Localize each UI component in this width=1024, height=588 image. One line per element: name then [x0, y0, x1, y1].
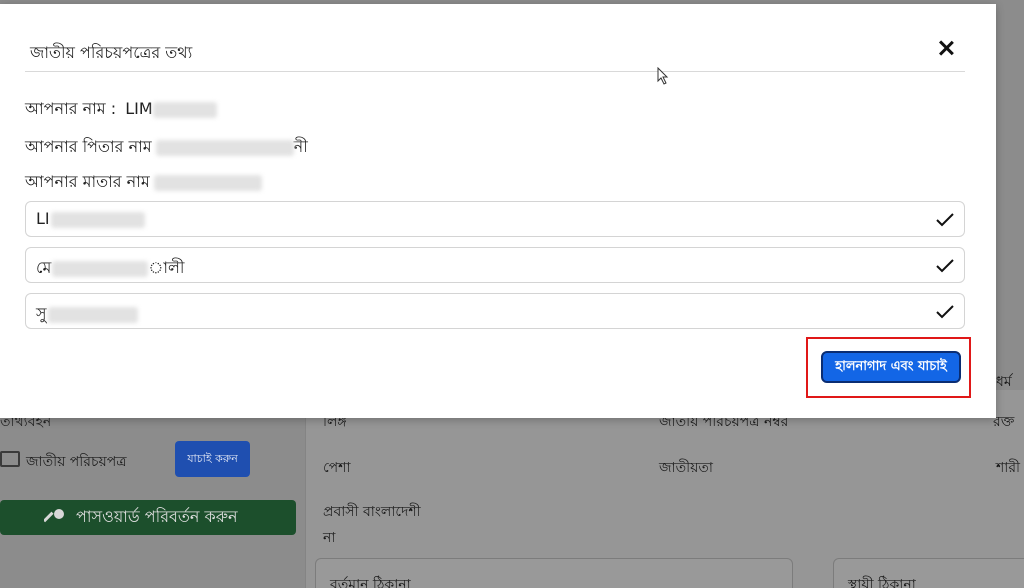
father-label: আপনার পিতার নাম — [25, 137, 152, 156]
checkmark-icon — [936, 259, 954, 273]
present-address-box: বর্তমান ঠিকানা — [315, 558, 793, 588]
redacted-text — [47, 306, 138, 323]
permanent-address-box: স্থায়ী ঠিকানা — [833, 558, 1024, 588]
redacted-text — [155, 139, 294, 156]
name-info: আপনার নাম : LIM — [25, 96, 217, 123]
name-label: আপনার নাম : — [25, 99, 117, 118]
checkmark-icon — [936, 305, 954, 319]
redacted-text — [52, 260, 149, 277]
nationality-label: জাতীয়তা — [659, 460, 713, 476]
physical-label: শারী — [996, 460, 1021, 476]
father-value: নী — [293, 137, 308, 156]
id-card-icon — [0, 451, 20, 467]
update-and-verify-button[interactable]: হালনাগাদ এবং যাচাই — [821, 351, 961, 383]
name-choice-2[interactable]: মোলী — [25, 247, 965, 283]
close-icon[interactable] — [931, 34, 961, 64]
mother-info: আপনার মাতার নাম — [25, 169, 262, 196]
father-info: আপনার পিতার নাম নী — [25, 134, 308, 161]
name-value: LIM — [125, 99, 153, 118]
name-choice-3[interactable]: সু — [25, 293, 965, 329]
blood-group-label: রক্ত — [993, 414, 1015, 430]
name-choice-1[interactable]: LI — [25, 201, 965, 237]
verify-button[interactable]: যাচাই করুন — [175, 441, 250, 477]
religion-label: ধর্ম — [996, 374, 1012, 390]
choice-value: LI — [36, 209, 145, 228]
permanent-address-label: স্থায়ী ঠিকানা — [848, 577, 916, 588]
change-password-label: পাসওয়ার্ড পরিবর্তন করুন — [76, 507, 238, 526]
expat-label: প্রবাসী বাংলাদেশী — [323, 504, 421, 520]
expat-value: না — [323, 530, 336, 546]
mouse-cursor-icon — [657, 67, 669, 85]
choice-value: সু — [36, 301, 138, 328]
choice-value: মোলী — [36, 258, 185, 277]
checkmark-icon — [936, 213, 954, 227]
mother-label: আপনার মাতার নাম — [25, 172, 150, 191]
modal-header: জাতীয় পরিচয়পত্রের তথ্য — [25, 26, 965, 72]
key-icon — [44, 509, 64, 523]
redacted-text — [153, 174, 262, 191]
redacted-text — [50, 211, 145, 228]
redacted-text — [152, 101, 217, 118]
modal-title: জাতীয় পরিচয়পত্রের তথ্য — [30, 43, 193, 62]
occupation-label: পেশা — [323, 460, 351, 476]
id-card-label: জাতীয় পরিচয়পত্র — [26, 454, 127, 470]
present-address-label: বর্তমান ঠিকানা — [330, 577, 411, 588]
